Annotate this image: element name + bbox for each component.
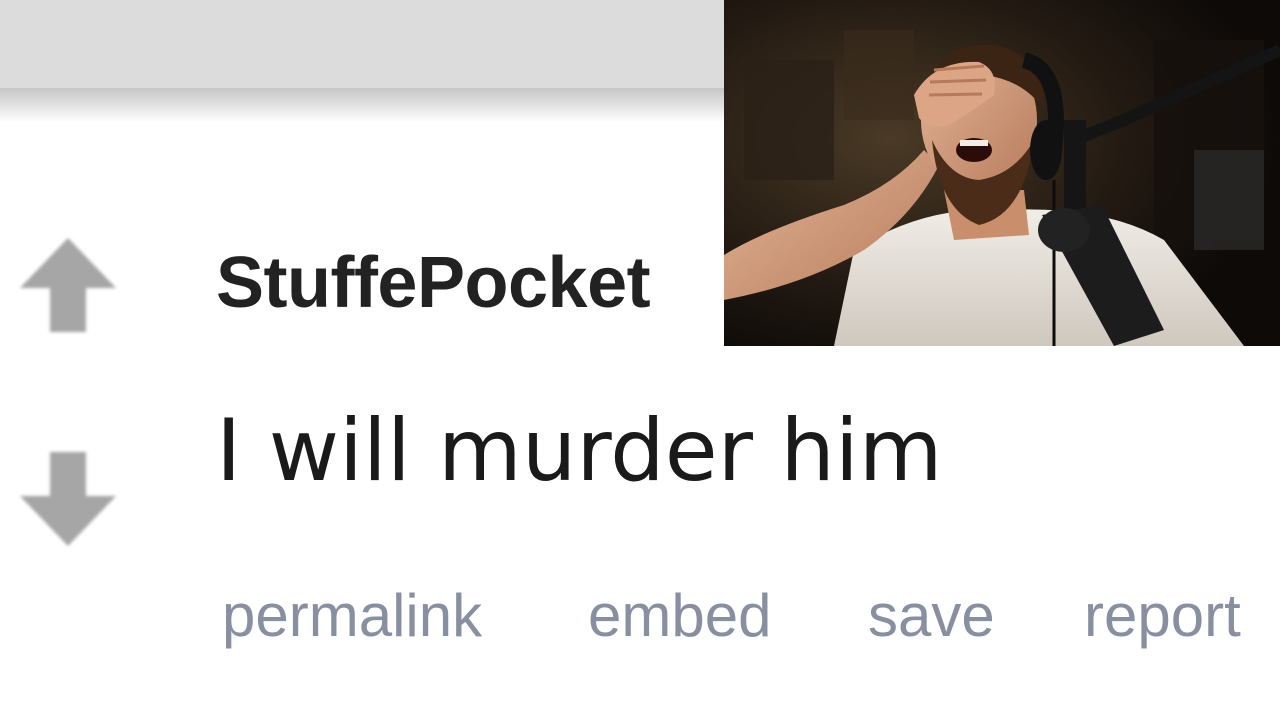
embed-link[interactable]: embed xyxy=(588,578,771,654)
webcam-overlay xyxy=(724,0,1280,346)
downvote-arrow-graphic xyxy=(20,452,116,546)
page: StuffePocket I will murder him permalink… xyxy=(0,0,1280,720)
upvote-arrow-graphic xyxy=(20,238,116,332)
webcam-image xyxy=(724,0,1280,346)
permalink-link[interactable]: permalink xyxy=(222,578,482,654)
save-link[interactable]: save xyxy=(868,578,995,654)
upvote-arrow-icon[interactable] xyxy=(16,234,120,338)
report-link[interactable]: report xyxy=(1084,578,1241,654)
downvote-arrow-icon[interactable] xyxy=(16,446,120,550)
comment-body-text: I will murder him xyxy=(216,401,943,501)
comment-author-link[interactable]: StuffePocket xyxy=(216,238,651,328)
